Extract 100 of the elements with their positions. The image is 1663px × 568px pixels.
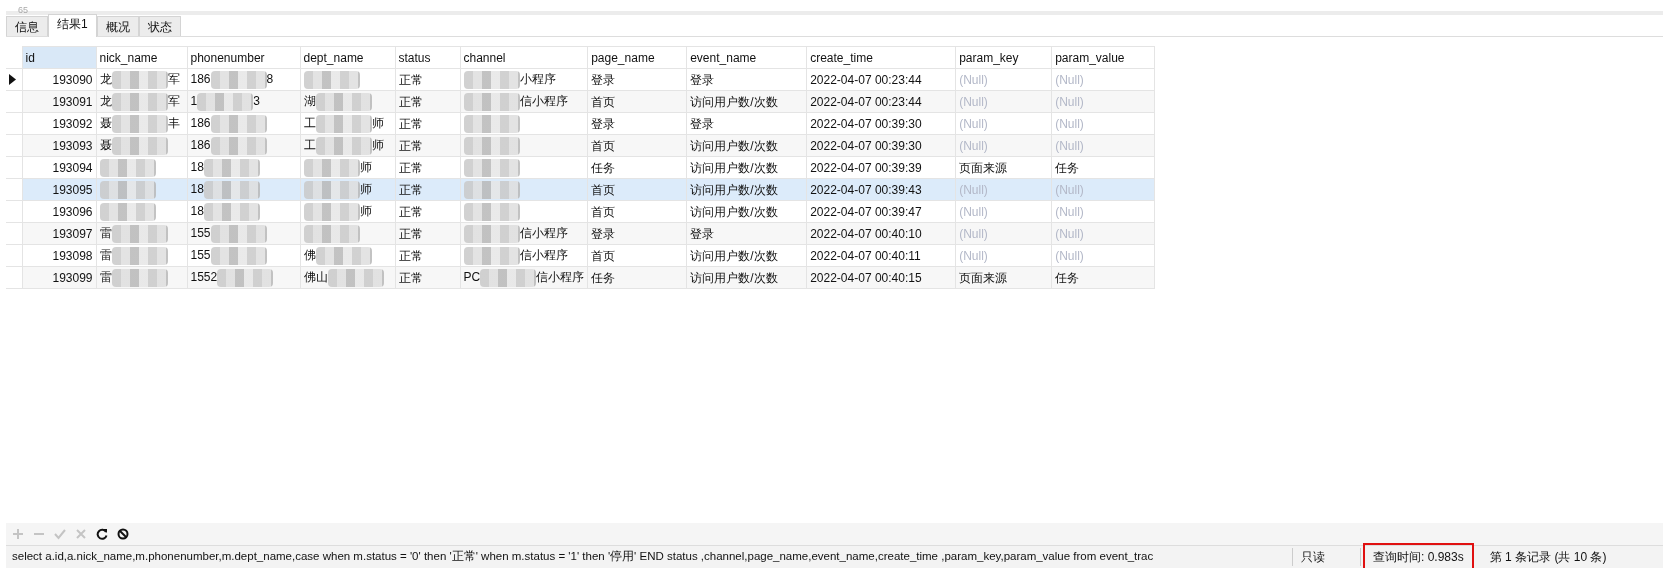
table-cell: (Null) bbox=[959, 94, 988, 109]
table-cell: 雷 bbox=[99, 248, 112, 263]
blurred-patch bbox=[210, 70, 267, 89]
refresh-icon[interactable] bbox=[96, 528, 108, 540]
table-cell: 信小程序 bbox=[519, 94, 568, 109]
table-cell: 193090 bbox=[22, 68, 96, 91]
blurred-patch bbox=[111, 224, 168, 243]
table-cell: (Null) bbox=[959, 72, 988, 87]
blurred-patch bbox=[111, 92, 168, 111]
table-cell: 186 bbox=[190, 116, 211, 131]
tab[interactable]: 结果1 bbox=[48, 14, 97, 37]
table-cell: 湖 bbox=[303, 94, 316, 109]
table-cell: 聂 bbox=[99, 138, 112, 153]
table-cell: 页面来源 bbox=[959, 270, 1008, 285]
column-header[interactable]: id bbox=[22, 46, 96, 69]
tab[interactable]: 状态 bbox=[138, 16, 181, 36]
sql-text: select a.id,a.nick_name,m.phonenumber,m.dept_name,case when m.status = '0' then '正常' when m.status = '1' then '停用' END status ,channel,page_name,event_name,create_time ,param_key,param_value from event_trac bbox=[12, 549, 1154, 565]
table-cell: 佛 bbox=[303, 248, 316, 263]
stop-icon[interactable] bbox=[117, 528, 129, 540]
table-cell: 1552 bbox=[190, 270, 218, 285]
table-cell: 师 bbox=[371, 116, 384, 131]
table-cell: 访问用户数/次数 bbox=[686, 200, 807, 223]
column-header[interactable]: dept_name bbox=[300, 46, 395, 69]
blurred-patch bbox=[480, 268, 537, 287]
table-cell: 师 bbox=[371, 138, 384, 153]
table-cell: 小程序 bbox=[519, 72, 556, 87]
table-cell: (Null) bbox=[1055, 248, 1084, 263]
table-cell: 雷 bbox=[99, 270, 112, 285]
table-cell: 聂 bbox=[99, 116, 112, 131]
table-cell: 页面来源 bbox=[959, 160, 1008, 175]
table-cell: 2022-04-07 00:39:47 bbox=[806, 200, 956, 223]
table-cell: 193098 bbox=[22, 244, 96, 267]
table-cell: 1 bbox=[190, 94, 198, 109]
table-cell: (Null) bbox=[959, 116, 988, 131]
table-cell: 2022-04-07 00:40:11 bbox=[806, 244, 956, 267]
table-cell: 正常 bbox=[395, 200, 460, 223]
table-cell: 正常 bbox=[395, 244, 460, 267]
table-cell: 18 bbox=[190, 160, 204, 175]
table-cell: 雷 bbox=[99, 226, 112, 241]
table-cell: 193094 bbox=[22, 156, 96, 179]
tab[interactable]: 概况 bbox=[96, 16, 139, 36]
column-header[interactable]: event_name bbox=[686, 46, 807, 69]
table-cell: 8 bbox=[266, 72, 274, 87]
blurred-patch bbox=[111, 268, 168, 287]
table-cell: 师 bbox=[359, 182, 372, 197]
table-cell: 186 bbox=[190, 138, 211, 153]
blurred-patch bbox=[463, 70, 520, 89]
table-cell: 2022-04-07 00:23:44 bbox=[806, 68, 956, 91]
table-cell: 工 bbox=[303, 116, 316, 131]
table-cell: (Null) bbox=[1055, 94, 1084, 109]
table-cell: 信小程序 bbox=[519, 248, 568, 263]
table-cell: 2022-04-07 00:39:43 bbox=[806, 178, 956, 201]
table-cell: 正常 bbox=[395, 156, 460, 179]
table-cell: (Null) bbox=[1055, 204, 1084, 219]
table-cell: (Null) bbox=[959, 248, 988, 263]
column-header[interactable]: page_name bbox=[587, 46, 687, 69]
blurred-patch bbox=[203, 202, 260, 221]
table-cell: 2022-04-07 00:40:15 bbox=[806, 266, 956, 289]
table-cell: 正常 bbox=[395, 68, 460, 91]
column-header[interactable]: phonenumber bbox=[187, 46, 300, 69]
table-cell: (Null) bbox=[959, 226, 988, 241]
blurred-patch bbox=[217, 268, 274, 287]
blurred-patch bbox=[327, 268, 384, 287]
blurred-patch bbox=[203, 158, 260, 177]
mode-label: 只读 bbox=[1293, 548, 1361, 566]
table-cell: 登录 bbox=[686, 68, 807, 91]
table-cell: 访问用户数/次数 bbox=[686, 156, 807, 179]
blurred-patch bbox=[315, 246, 372, 265]
column-header[interactable]: param_key bbox=[955, 46, 1052, 69]
blurred-patch bbox=[303, 202, 360, 221]
table-cell: 信小程序 bbox=[536, 270, 585, 285]
blurred-patch bbox=[111, 70, 168, 89]
column-header[interactable]: channel bbox=[460, 46, 588, 69]
column-header[interactable]: param_value bbox=[1051, 46, 1155, 69]
blurred-patch bbox=[210, 114, 267, 133]
table-cell: 2022-04-07 00:39:30 bbox=[806, 134, 956, 157]
column-header[interactable]: create_time bbox=[806, 46, 956, 69]
table-cell: 3 bbox=[253, 94, 260, 109]
blurred-patch bbox=[463, 92, 520, 111]
table-cell: 任务 bbox=[1055, 270, 1080, 285]
table-cell: 登录 bbox=[587, 68, 687, 91]
table-cell: 任务 bbox=[587, 156, 687, 179]
column-header[interactable]: status bbox=[395, 46, 460, 69]
blurred-patch bbox=[203, 180, 260, 199]
table-cell: 2022-04-07 00:23:44 bbox=[806, 90, 956, 113]
table-cell: (Null) bbox=[1055, 116, 1084, 131]
table-cell: 155 bbox=[190, 226, 211, 241]
column-header[interactable]: nick_name bbox=[96, 46, 187, 69]
tab[interactable]: 信息 bbox=[6, 16, 48, 36]
blurred-patch bbox=[210, 136, 267, 155]
table-cell: 正常 bbox=[395, 112, 460, 135]
table-cell: 登录 bbox=[686, 112, 807, 135]
blurred-patch bbox=[111, 114, 168, 133]
table-cell: 任务 bbox=[1055, 160, 1080, 175]
line-number: 65 bbox=[18, 5, 28, 16]
blurred-patch bbox=[210, 224, 267, 243]
table-cell: 信小程序 bbox=[519, 226, 568, 241]
table-cell: 2022-04-07 00:40:10 bbox=[806, 222, 956, 245]
blurred-patch bbox=[463, 246, 520, 265]
blurred-patch bbox=[111, 136, 168, 155]
